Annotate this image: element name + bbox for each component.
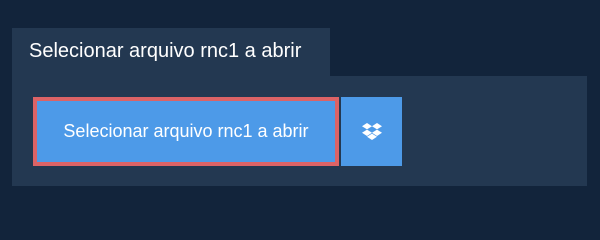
dropbox-icon (361, 122, 383, 142)
select-file-button[interactable]: Selecionar arquivo rnc1 a abrir (33, 97, 339, 166)
dropbox-button[interactable] (341, 97, 402, 166)
tab-label: Selecionar arquivo rnc1 a abrir (12, 28, 330, 76)
